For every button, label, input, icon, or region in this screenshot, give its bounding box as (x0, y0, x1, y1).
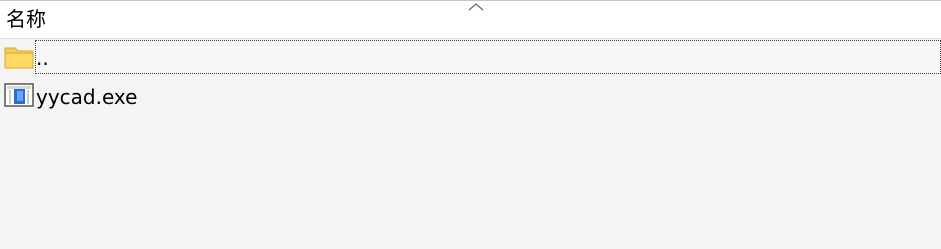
application-icon (4, 83, 34, 107)
list-item-label: .. (36, 46, 49, 70)
name-column-label: 名称 (6, 7, 46, 31)
list-item-parent-folder[interactable]: .. (0, 40, 941, 74)
chevron-up-icon (468, 3, 484, 11)
focus-outline (35, 40, 941, 74)
name-column-header[interactable]: 名称 (0, 1, 941, 39)
list-item-label: yycad.exe (36, 85, 138, 109)
list-item-yycad-exe[interactable]: yycad.exe (0, 79, 941, 113)
file-panel: 名称 .. yycad.exe (0, 0, 941, 249)
folder-icon (4, 47, 34, 69)
